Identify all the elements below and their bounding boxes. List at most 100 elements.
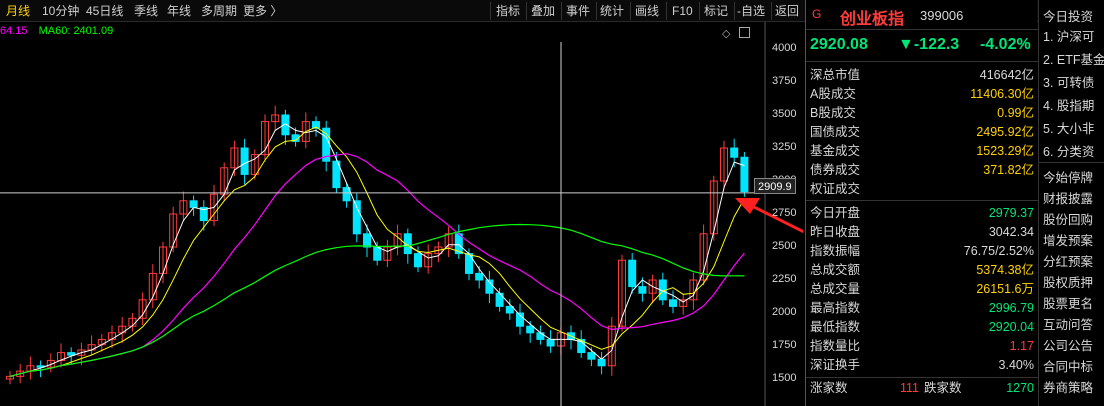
index-stat-row: 总成交额 5374.38亿 — [806, 261, 1038, 280]
index-stat-row: 昨日收盘 3042.34 — [806, 223, 1038, 242]
candle-body — [526, 325, 535, 334]
side-link[interactable]: 财报披露 — [1043, 188, 1093, 207]
stat-label: 总成交额 — [810, 263, 861, 277]
price-change: ▼-122.3 — [898, 36, 960, 53]
stat-value: 2996.79 — [988, 301, 1034, 315]
stat-value: 2979.37 — [988, 206, 1034, 220]
side-item[interactable]: 5. 大小非 — [1043, 118, 1094, 137]
price-axis-tick: 2250 — [772, 273, 797, 285]
candle-body — [189, 200, 198, 208]
indicator-button[interactable]: 指标 — [496, 3, 520, 19]
side-link[interactable]: 股权质押 — [1043, 272, 1093, 291]
side-header: 今日投资 — [1043, 10, 1094, 24]
stat-value: 1523.29亿 — [976, 144, 1034, 158]
market-stat-row: 深总市值 416642亿 — [806, 66, 1038, 85]
candle-body — [414, 253, 422, 268]
event-button[interactable]: 事件 — [566, 3, 590, 19]
mark-button[interactable]: 标记 — [704, 3, 728, 19]
market-stat-row: 国债成交 2495.92亿 — [806, 123, 1038, 142]
stat-value: 3.40% — [998, 358, 1034, 372]
index-stat-row: 深证换手 3.40% — [806, 356, 1038, 375]
more-periods-menu[interactable]: 更多 〉 — [243, 3, 282, 19]
candle-body — [373, 246, 382, 261]
last-price: 2920.08 — [810, 36, 868, 53]
side-item[interactable]: 1. 沪深可 — [1043, 26, 1094, 45]
candle-body — [475, 272, 484, 281]
candle-body — [587, 352, 596, 360]
stat-label: A股成交 — [810, 87, 856, 101]
stat-label: 权证成交 — [810, 182, 861, 196]
investment-side-panel: 今日投资 1. 沪深可 2. ETF基金 3. 可转债 4. 股指期 5. 大小… — [1038, 0, 1104, 406]
side-link[interactable]: 增发预案 — [1043, 230, 1093, 249]
back-button[interactable]: 返回 — [775, 3, 799, 19]
diamond-icon[interactable]: ◇ — [722, 27, 730, 40]
kline-canvas[interactable] — [0, 22, 803, 406]
price-axis-tick: 2000 — [772, 306, 797, 318]
index-name[interactable]: 创业板指 — [840, 5, 904, 29]
stat-label: B股成交 — [810, 106, 856, 120]
advance-decline-row: 涨家数 111 跌家数 1270 — [806, 379, 1038, 398]
price-axis-tick: 1500 — [772, 372, 797, 384]
side-item[interactable]: 4. 股指期 — [1043, 95, 1094, 114]
index-stat-row: 指数量比 1.17 — [806, 337, 1038, 356]
stat-value: 2920.04 — [988, 320, 1034, 334]
quote-header: G 创业板指 399006 — [806, 0, 1038, 30]
candle-body — [240, 147, 249, 175]
period-quarter-tab[interactable]: 季线 — [134, 3, 158, 19]
side-link[interactable]: 合同中标 — [1043, 356, 1093, 375]
stat-label: 指数量比 — [810, 339, 861, 353]
price-axis-tick: 4000 — [772, 42, 797, 54]
stat-value: 1.17 — [1009, 339, 1034, 353]
index-stat-row: 今日开盘 2979.37 — [806, 204, 1038, 223]
stat-label: 昨日收盘 — [810, 225, 861, 239]
period-10min-tab[interactable]: 10分钟 — [42, 3, 79, 19]
stat-label: 深总市值 — [810, 68, 861, 82]
statistics-button[interactable]: 统计 — [600, 3, 624, 19]
kline-chart[interactable] — [0, 22, 803, 406]
window-icon[interactable] — [739, 27, 750, 38]
stat-label: 国债成交 — [810, 125, 861, 139]
draw-line-button[interactable]: 画线 — [635, 3, 659, 19]
price-axis-tick: 1750 — [772, 339, 797, 351]
side-link[interactable]: 分红预案 — [1043, 251, 1093, 270]
stat-label: 基金成交 — [810, 144, 861, 158]
side-link[interactable]: 股份回购 — [1043, 209, 1093, 228]
price-axis-tick: 2500 — [772, 240, 797, 252]
stat-label: 今日开盘 — [810, 206, 861, 220]
side-link[interactable]: 公司公告 — [1043, 335, 1093, 354]
price-axis-tick: 3500 — [772, 108, 797, 120]
ma60-value: MA60: 2401.09 — [38, 25, 114, 37]
price-row: 2920.08 ▼-122.3 -4.02% — [806, 30, 1038, 62]
index-code: 399006 — [920, 8, 964, 23]
period-monthly-tab[interactable]: 月线 — [6, 3, 30, 19]
index-stat-row: 最高指数 2996.79 — [806, 299, 1038, 318]
stat-value: 76.75/2.52% — [963, 244, 1034, 258]
remove-watchlist-button[interactable]: -自选 — [737, 3, 765, 19]
rise-count: 111 — [900, 381, 920, 395]
stat-label: 深证换手 — [810, 358, 861, 372]
side-link[interactable]: 互动问答 — [1043, 314, 1093, 333]
candle-body — [740, 156, 749, 193]
side-link[interactable]: 券商策略 — [1043, 377, 1093, 396]
side-link[interactable]: 今始停牌 — [1043, 167, 1093, 186]
index-stat-row: 最低指数 2920.04 — [806, 318, 1038, 337]
multi-period-tab[interactable]: 多周期 — [201, 3, 237, 19]
price-axis-tick: 3250 — [772, 141, 797, 153]
market-stat-row: 基金成交 1523.29亿 — [806, 142, 1038, 161]
side-item[interactable]: 2. ETF基金 — [1043, 49, 1104, 68]
market-stat-row: 权证成交 — [806, 180, 1038, 199]
candle-body — [352, 200, 361, 235]
overlay-button[interactable]: 叠加 — [531, 3, 555, 19]
annotation-arrow-head — [735, 198, 760, 214]
side-link[interactable]: 股票更名 — [1043, 293, 1093, 312]
period-45day-tab[interactable]: 45日线 — [86, 3, 123, 19]
candle-body — [638, 286, 647, 294]
candle-body — [597, 358, 606, 367]
g-flag: G — [812, 7, 822, 21]
side-item[interactable]: 3. 可转债 — [1043, 72, 1094, 91]
f10-button[interactable]: F10 — [672, 3, 693, 19]
side-item[interactable]: 6. 分类资 — [1043, 141, 1094, 160]
period-year-tab[interactable]: 年线 — [167, 3, 191, 19]
stat-value: 416642亿 — [979, 68, 1034, 82]
candle-body — [730, 147, 739, 158]
